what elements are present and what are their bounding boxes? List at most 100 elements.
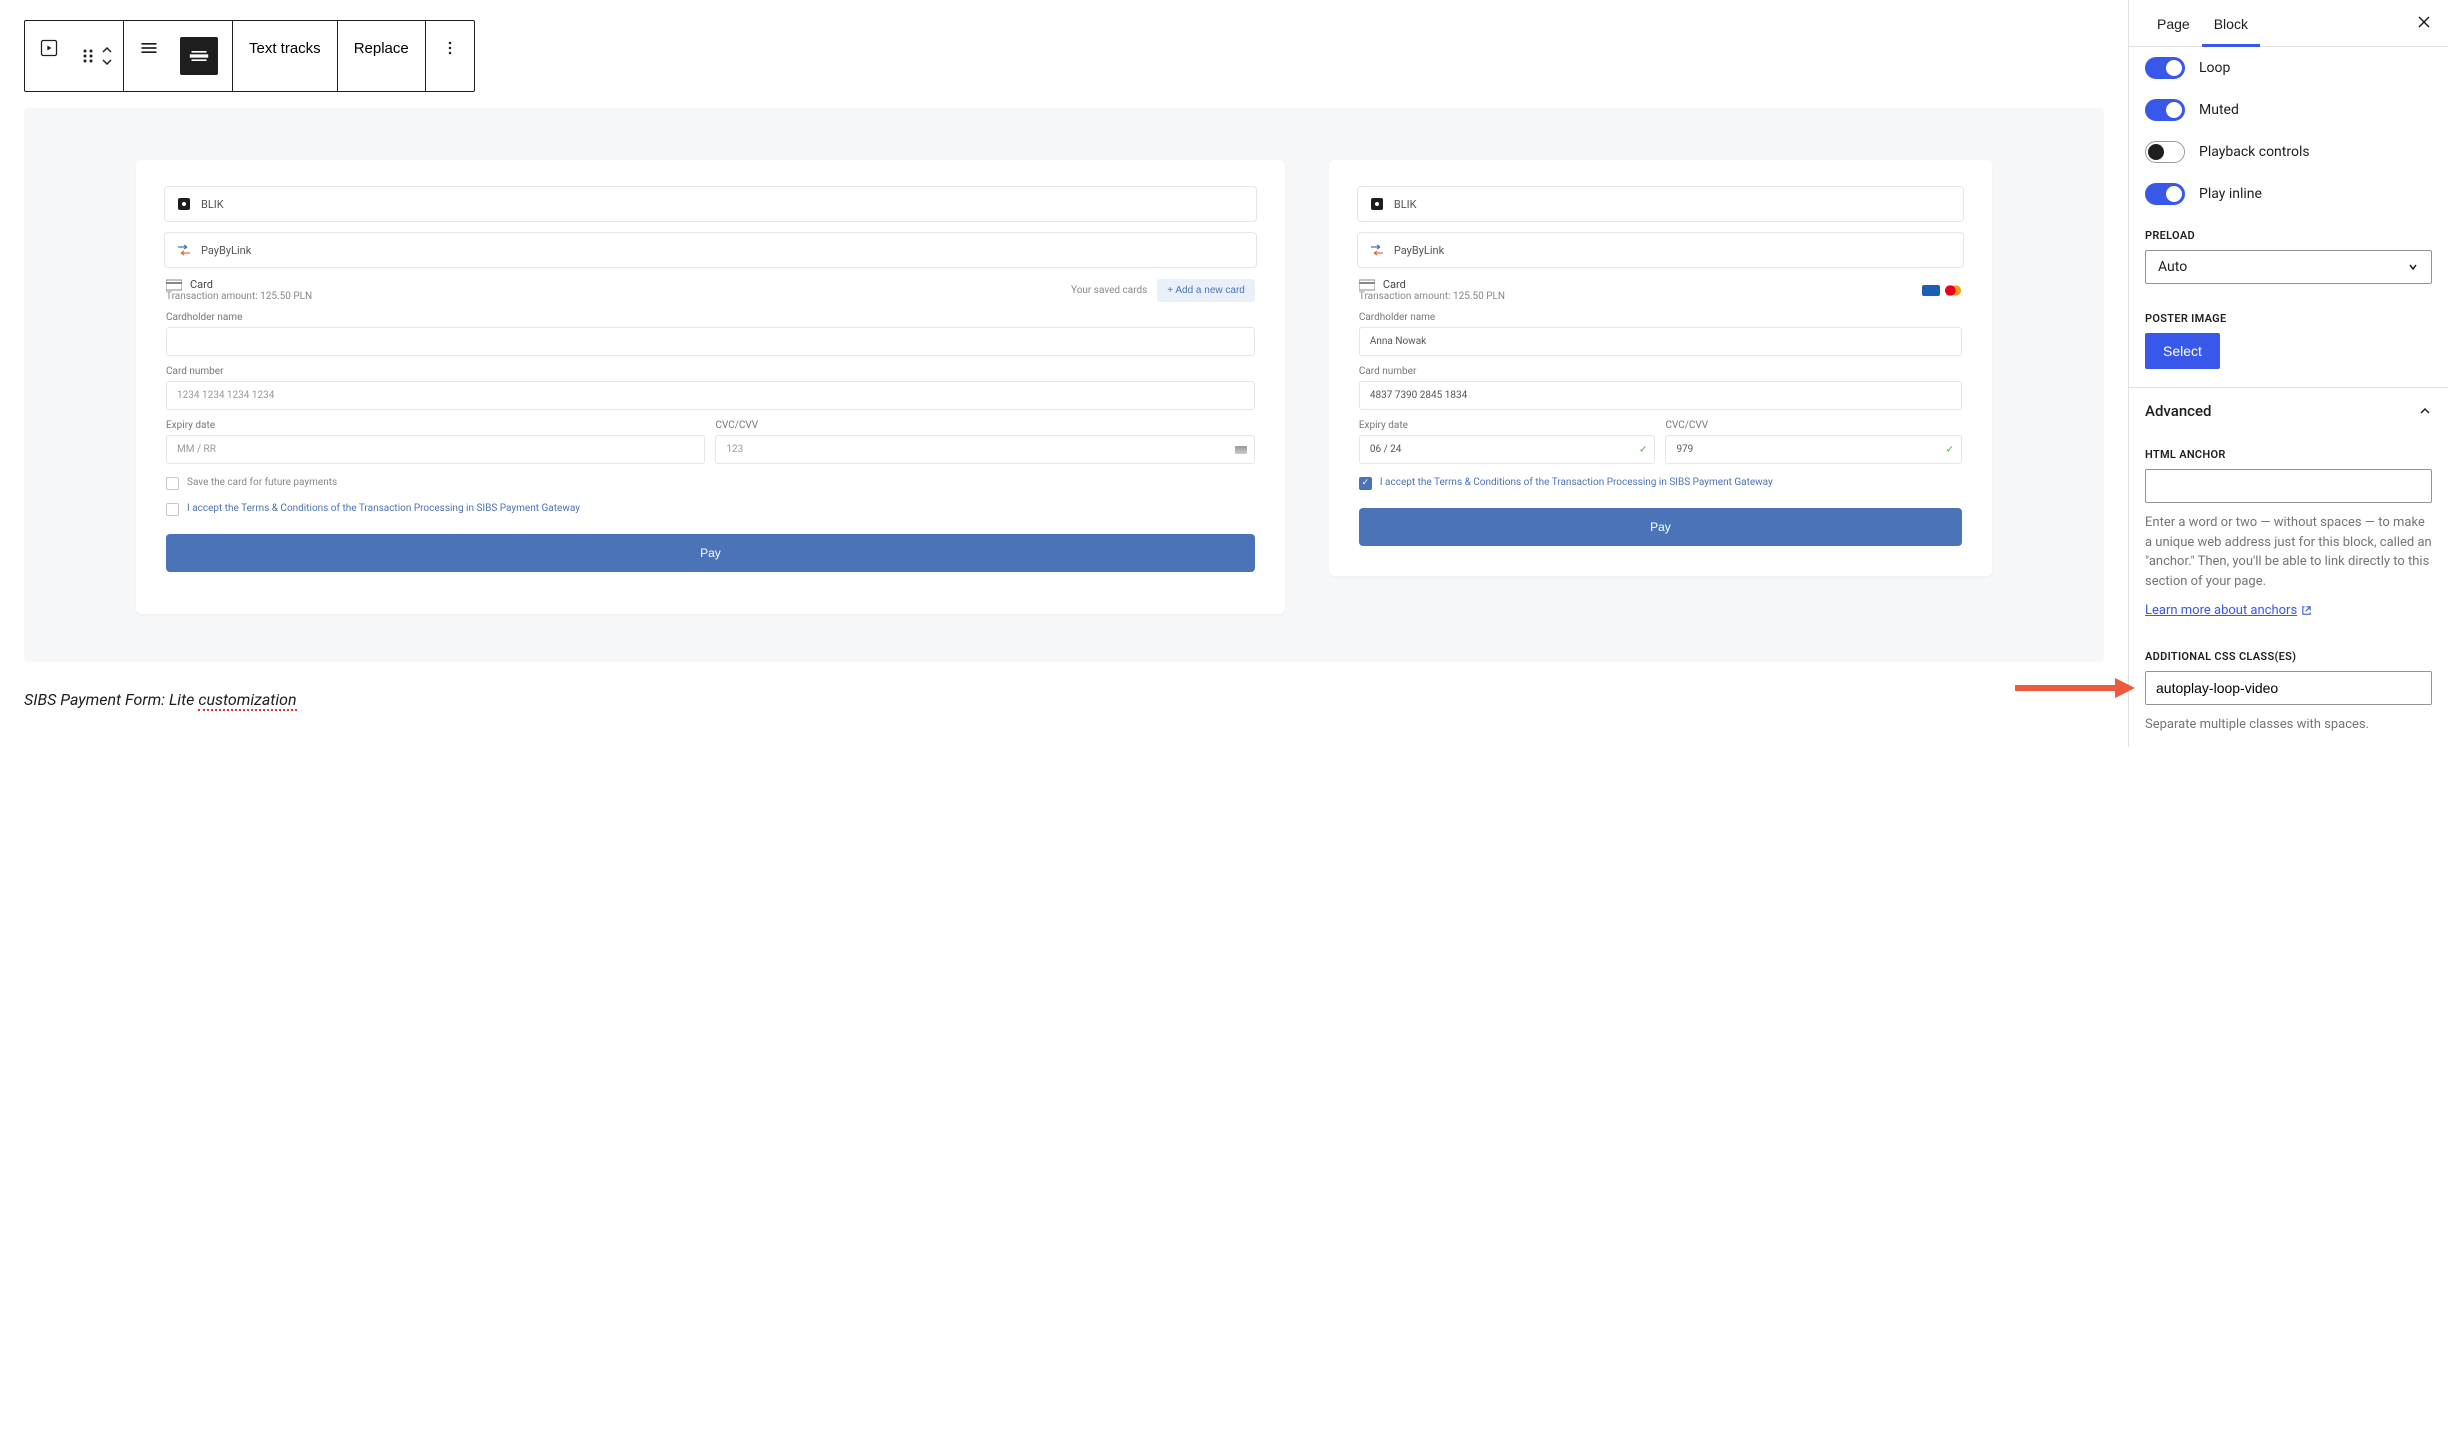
- learn-more-anchors-link[interactable]: Learn more about anchors: [2129, 603, 2328, 636]
- pay-button: Pay: [1359, 508, 1962, 546]
- terms-checkbox: ✓ I accept the Terms & Conditions of the…: [1359, 476, 1962, 490]
- card-icon: [166, 279, 182, 291]
- add-card-button: + Add a new card: [1157, 279, 1255, 302]
- card-chip-icon: [1235, 446, 1247, 454]
- video-block-preview[interactable]: BLIK PayByLink Card Transaction amount: …: [24, 108, 2104, 662]
- block-toolbar: Text tracks Replace: [24, 20, 475, 92]
- cardnumber-label: Card number: [166, 366, 1255, 377]
- toggle-muted[interactable]: Muted: [2129, 89, 2448, 131]
- sidebar-tabs: Page Block: [2129, 0, 2448, 47]
- poster-image-label: POSTER IMAGE: [2129, 298, 2448, 333]
- tab-page[interactable]: Page: [2145, 0, 2202, 46]
- toggle-label: Play inline: [2199, 186, 2262, 202]
- transaction-amount: Transaction amount: 125.50 PLN: [1359, 291, 1505, 302]
- blik-label: BLIK: [201, 198, 224, 211]
- toggle-switch-on[interactable]: [2145, 57, 2185, 79]
- toggle-label: Muted: [2199, 102, 2239, 118]
- link-text: Learn more about anchors: [2145, 603, 2297, 618]
- settings-sidebar: Page Block Loop Muted Playback controls …: [2128, 0, 2448, 747]
- terms-label: I accept the Terms & Conditions of the T…: [187, 502, 580, 516]
- external-link-icon: [2301, 605, 2312, 616]
- tab-block[interactable]: Block: [2202, 0, 2260, 46]
- checkbox-icon: [166, 503, 179, 516]
- toggle-switch-off[interactable]: [2145, 141, 2185, 163]
- advanced-title: Advanced: [2145, 402, 2211, 420]
- card-label: Card: [1383, 278, 1406, 291]
- drag-handle-icon[interactable]: [81, 46, 95, 66]
- expiry-input: 06 / 24: [1359, 435, 1656, 464]
- close-sidebar-button[interactable]: [2416, 14, 2432, 30]
- html-anchor-input[interactable]: [2145, 469, 2432, 503]
- replace-button[interactable]: Replace: [338, 21, 425, 75]
- chevron-down-icon: [2407, 261, 2419, 273]
- toggle-playback-controls[interactable]: Playback controls: [2129, 131, 2448, 173]
- preload-label: PRELOAD: [2129, 215, 2448, 250]
- css-classes-input[interactable]: [2145, 671, 2432, 705]
- paybylink-icon: [177, 243, 191, 257]
- paybylink-label: PayByLink: [201, 244, 251, 257]
- terms-checkbox: I accept the Terms & Conditions of the T…: [166, 502, 1255, 516]
- anchor-help-text: Enter a word or two — without spaces — t…: [2129, 513, 2448, 603]
- blik-label: BLIK: [1394, 198, 1417, 211]
- toggle-switch-on[interactable]: [2145, 183, 2185, 205]
- html-anchor-label: HTML ANCHOR: [2129, 434, 2448, 469]
- card-brands: [1922, 285, 1962, 296]
- cvc-input: 123: [715, 435, 1254, 464]
- cvc-input: 979: [1665, 435, 1962, 464]
- save-card-checkbox: Save the card for future payments: [166, 476, 1255, 490]
- text-tracks-button[interactable]: Text tracks: [233, 21, 337, 75]
- transaction-amount: Transaction amount: 125.50 PLN: [166, 291, 312, 302]
- blik-icon: [177, 197, 191, 211]
- payment-option-blik: BLIK: [164, 186, 1257, 222]
- cardholder-label: Cardholder name: [166, 312, 1255, 323]
- visa-icon: [1922, 285, 1940, 296]
- paybylink-icon: [1370, 243, 1384, 257]
- cardnumber-input: 4837 7390 2845 1834: [1359, 381, 1962, 410]
- cardholder-label: Cardholder name: [1359, 312, 1962, 323]
- mastercard-icon: [1944, 285, 1962, 296]
- align-left-button[interactable]: [130, 29, 168, 67]
- preload-select[interactable]: Auto: [2145, 250, 2432, 284]
- toggle-label: Playback controls: [2199, 144, 2310, 160]
- preload-value: Auto: [2158, 259, 2187, 275]
- move-up-button[interactable]: [99, 44, 115, 56]
- check-icon: ✓: [1639, 444, 1647, 455]
- expiry-label: Expiry date: [1359, 420, 1656, 431]
- align-wide-button[interactable]: [180, 37, 218, 75]
- payment-option-paybylink: PayByLink: [164, 232, 1257, 268]
- caption-text: SIBS Payment Form: Lite: [24, 690, 198, 709]
- cardholder-input: [166, 327, 1255, 356]
- checkbox-icon: [166, 477, 179, 490]
- card-icon: [1359, 279, 1375, 291]
- chevron-up-icon: [2418, 404, 2432, 418]
- css-classes-label: ADDITIONAL CSS CLASS(ES): [2129, 636, 2448, 671]
- move-down-button[interactable]: [99, 56, 115, 68]
- save-card-label: Save the card for future payments: [187, 476, 337, 490]
- block-caption[interactable]: SIBS Payment Form: Lite customization: [24, 690, 2104, 709]
- pay-button: Pay: [166, 534, 1255, 572]
- more-options-button[interactable]: [426, 21, 474, 75]
- paybylink-label: PayByLink: [1394, 244, 1444, 257]
- cardholder-input: Anna Nowak: [1359, 327, 1962, 356]
- payment-option-paybylink: PayByLink: [1357, 232, 1964, 268]
- annotation-arrow-icon: [2015, 674, 2135, 702]
- select-poster-button[interactable]: Select: [2145, 333, 2220, 369]
- terms-label: I accept the Terms & Conditions of the T…: [1380, 476, 1773, 490]
- cardnumber-label: Card number: [1359, 366, 1962, 377]
- cvc-label: CVC/CVV: [715, 420, 1254, 431]
- check-icon: ✓: [1946, 444, 1954, 455]
- css-help-text: Separate multiple classes with spaces.: [2129, 715, 2448, 747]
- payment-option-blik: BLIK: [1357, 186, 1964, 222]
- card-section: Card Transaction amount: 125.50 PLN Your…: [164, 278, 1257, 572]
- card-label: Card: [190, 278, 213, 291]
- payment-form-empty: BLIK PayByLink Card Transaction amount: …: [136, 160, 1285, 614]
- advanced-panel-header[interactable]: Advanced: [2129, 387, 2448, 434]
- block-type-button[interactable]: [25, 21, 73, 75]
- cardnumber-input: 1234 1234 1234 1234: [166, 381, 1255, 410]
- toggle-play-inline[interactable]: Play inline: [2129, 173, 2448, 215]
- checkbox-checked-icon: ✓: [1359, 477, 1372, 490]
- toggle-switch-on[interactable]: [2145, 99, 2185, 121]
- expiry-label: Expiry date: [166, 420, 705, 431]
- toggle-loop[interactable]: Loop: [2129, 47, 2448, 89]
- cvc-label: CVC/CVV: [1665, 420, 1962, 431]
